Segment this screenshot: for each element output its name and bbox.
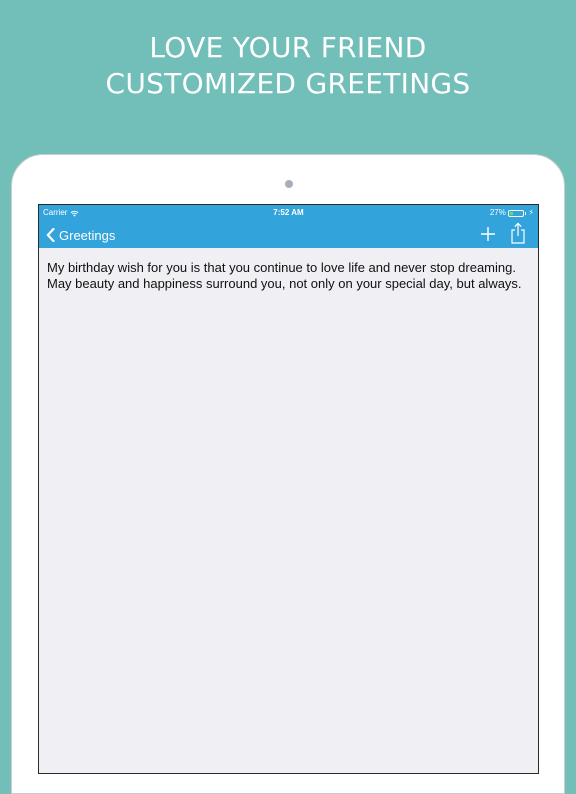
camera-icon <box>285 180 293 188</box>
greeting-content: My birthday wish for you is that you con… <box>39 248 538 773</box>
back-button-label: Greetings <box>59 227 116 243</box>
back-button[interactable]: Greetings <box>46 225 115 245</box>
plus-icon[interactable] <box>479 225 497 243</box>
promo-line-1: LOVE YOUR FRIEND <box>149 31 427 64</box>
battery-indicator: 27% ⚡ <box>490 205 534 221</box>
greeting-line-1: My birthday wish for you is that you con… <box>47 260 516 275</box>
battery-nub <box>524 211 527 215</box>
status-time: 7:52 AM <box>273 208 304 217</box>
battery-percent: 27% <box>489 208 506 217</box>
device-screen: Carrier 7:52 AM 27% ⚡ Greetings My birth… <box>38 204 539 774</box>
promo-line-2: CUSTOMIZED GREETINGS <box>105 67 471 100</box>
navigation-bar: Carrier 7:52 AM 27% ⚡ Greetings <box>39 205 538 248</box>
promo-headline: LOVE YOUR FRIEND CUSTOMIZED GREETINGS <box>0 30 576 102</box>
share-icon[interactable] <box>510 222 526 244</box>
chevron-left-icon <box>46 228 55 242</box>
greeting-text[interactable]: My birthday wish for you is that you con… <box>47 260 530 292</box>
greeting-line-2: May beauty and happiness surround you, n… <box>47 276 522 291</box>
charging-bolt-icon: ⚡ <box>528 208 534 217</box>
battery-level-fill <box>509 211 514 215</box>
status-bar: Carrier 7:52 AM 27% ⚡ <box>39 205 538 221</box>
battery-icon <box>507 209 524 217</box>
